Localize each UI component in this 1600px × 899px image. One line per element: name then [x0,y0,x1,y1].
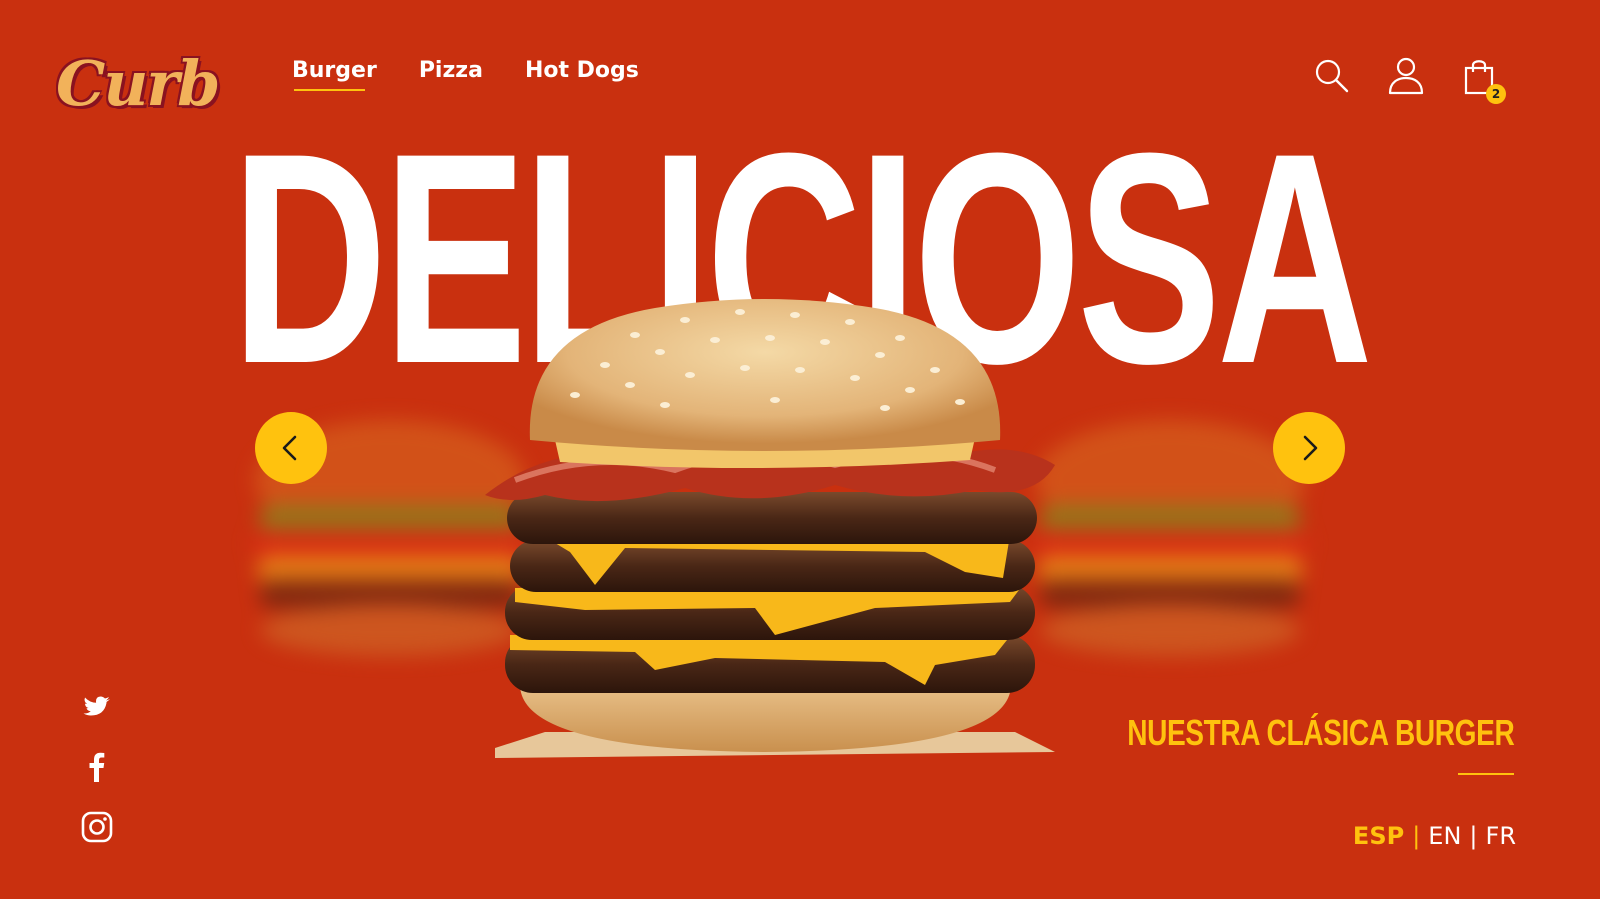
product-tagline: NUESTRA CLÁSICA BURGER [1126,712,1515,753]
chevron-right-icon [1303,435,1318,461]
facebook-icon[interactable] [80,750,114,784]
social-links [80,690,114,844]
hero-page: Curb Burger Pizza Hot Dogs 2 DELICIOSA N… [0,0,1600,899]
lang-option-en[interactable]: EN [1428,822,1461,850]
nav-item-pizza[interactable]: Pizza [419,58,483,91]
lang-option-esp[interactable]: ESP [1353,822,1404,850]
logo-text: Curb [56,47,220,120]
lang-option-fr[interactable]: FR [1486,822,1516,850]
burger-image [485,299,1055,758]
lang-separator: | [1412,822,1421,850]
nav-item-hot-dogs[interactable]: Hot Dogs [525,58,639,91]
shopping-bag-icon[interactable]: 2 [1460,56,1506,104]
twitter-icon[interactable] [80,690,114,724]
user-icon[interactable] [1386,56,1426,96]
chevron-left-icon [282,435,297,461]
tagline-divider [1458,773,1514,775]
carousel-prev-button[interactable] [255,412,327,484]
main-nav: Burger Pizza Hot Dogs [292,58,639,91]
carousel-next-button[interactable] [1273,412,1345,484]
instagram-icon[interactable] [80,810,114,844]
nav-item-burger[interactable]: Burger [292,58,377,91]
cart-count-badge: 2 [1486,84,1506,104]
language-switcher: ESP | EN | FR [1353,822,1516,850]
lang-separator: | [1469,822,1478,850]
brand-logo[interactable]: Curb [56,34,220,134]
